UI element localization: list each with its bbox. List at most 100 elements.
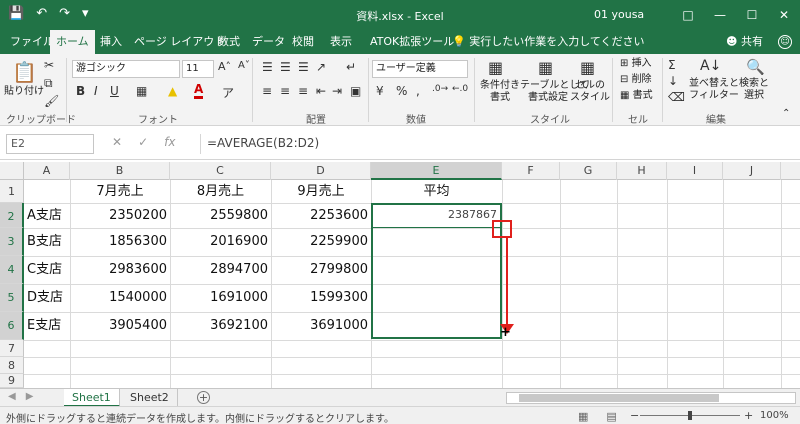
fill-handle-highlight[interactable] <box>492 220 512 238</box>
feedback-icon[interactable]: ☺ <box>778 35 792 49</box>
minimize-icon[interactable]: — <box>704 0 736 30</box>
align-top-icon[interactable]: ☰ <box>262 60 273 74</box>
merge-center-icon[interactable]: ▣ <box>350 84 361 98</box>
align-bottom-icon[interactable]: ☰ <box>298 60 309 74</box>
conditional-format-icon[interactable]: ▦ <box>488 58 503 77</box>
comma-icon[interactable]: , <box>416 84 420 98</box>
zoom-out-icon[interactable]: − <box>630 409 639 422</box>
increase-decimal-icon[interactable]: .0→ <box>432 84 448 94</box>
add-sheet-icon[interactable]: + <box>197 391 210 404</box>
cell-b6[interactable]: 3905400 <box>70 312 170 340</box>
paste-button-label[interactable]: 貼り付け <box>4 86 44 98</box>
cell-b3[interactable]: 1856300 <box>70 228 170 256</box>
tell-me-box[interactable]: 💡 実行したい作業を入力してください <box>452 30 645 54</box>
number-format-select[interactable]: ユーザー定義 <box>372 60 468 78</box>
sort-filter-button[interactable]: 並べ替えと フィルター <box>688 78 740 102</box>
select-all-corner[interactable] <box>0 162 24 180</box>
sort-filter-icon[interactable]: A↓ <box>700 58 721 74</box>
ribbon-options-icon[interactable]: □ <box>672 0 704 30</box>
name-box[interactable]: E2 <box>6 134 94 154</box>
next-sheet-icon[interactable]: ▶ <box>26 391 34 402</box>
tab-data[interactable]: データ <box>246 30 291 54</box>
align-middle-icon[interactable]: ☰ <box>280 60 291 74</box>
insert-cells-button[interactable]: ⊞ 挿入 <box>620 58 652 70</box>
fill-icon[interactable]: ↓ <box>668 74 678 88</box>
column-header-b[interactable]: B <box>70 162 170 180</box>
zoom-in-icon[interactable]: + <box>744 409 753 422</box>
cell-styles-button[interactable]: セルの スタイル <box>570 80 610 104</box>
decrease-decimal-icon[interactable]: ←.0 <box>452 84 468 94</box>
column-header-h[interactable]: H <box>617 162 667 180</box>
cell-a4[interactable]: C支店 <box>24 256 70 284</box>
row-header-1[interactable]: 1 <box>0 180 24 203</box>
clear-icon[interactable]: ⌫ <box>668 90 685 104</box>
format-painter-icon[interactable]: 🖌 <box>44 94 59 108</box>
font-name-select[interactable]: 游ゴシック <box>72 60 180 78</box>
orientation-icon[interactable]: ↗ <box>316 60 326 74</box>
row-header-3[interactable]: 3 <box>0 228 24 256</box>
tab-review[interactable]: 校閲 <box>286 30 320 54</box>
cell-styles-icon[interactable]: ▦ <box>580 58 595 77</box>
find-select-button[interactable]: 検索と 選択 <box>734 78 774 102</box>
scrollbar-thumb[interactable] <box>519 394 719 402</box>
page-layout-view-icon[interactable]: ▤ <box>606 410 616 423</box>
cell-c4[interactable]: 2894700 <box>170 256 271 284</box>
formula-input[interactable]: =AVERAGE(B2:D2) <box>200 134 790 154</box>
row-header-2[interactable]: 2 <box>0 203 24 228</box>
find-select-icon[interactable]: 🔍 <box>746 58 765 76</box>
cell-c5[interactable]: 1691000 <box>170 284 271 312</box>
tab-view[interactable]: 表示 <box>324 30 358 54</box>
format-as-table-icon[interactable]: ▦ <box>538 58 553 77</box>
cell-b1[interactable]: 7月売上 <box>70 180 170 203</box>
sheet-tab-2[interactable]: Sheet2 <box>122 389 178 407</box>
bold-button[interactable]: B <box>76 84 85 98</box>
borders-icon[interactable]: ▦ <box>136 84 147 98</box>
column-header-e[interactable]: E <box>371 162 502 180</box>
grow-font-icon[interactable]: A˄ <box>218 60 231 73</box>
normal-view-icon[interactable]: ▦ <box>578 410 588 423</box>
zoom-level[interactable]: 100% <box>760 410 789 421</box>
underline-button[interactable]: U <box>110 84 119 98</box>
cell-d4[interactable]: 2799800 <box>271 256 371 284</box>
column-header-i[interactable]: I <box>667 162 723 180</box>
cell-e1[interactable]: 平均 <box>371 180 502 203</box>
fill-color-icon[interactable]: ▲ <box>168 84 177 98</box>
prev-sheet-icon[interactable]: ◀ <box>8 391 16 402</box>
cell-a2[interactable]: A支店 <box>24 203 70 228</box>
enter-icon[interactable]: ✓ <box>138 135 148 149</box>
cell-d1[interactable]: 9月売上 <box>271 180 371 203</box>
format-as-table-button[interactable]: テーブルとして 書式設定 <box>520 80 589 104</box>
maximize-icon[interactable]: ☐ <box>736 0 768 30</box>
indent-increase-icon[interactable]: ⇥ <box>332 84 342 98</box>
user-name[interactable]: 01 yousa <box>594 8 644 21</box>
sheet-tab-1[interactable]: Sheet1 <box>64 389 120 407</box>
cell-a3[interactable]: B支店 <box>24 228 70 256</box>
tab-home[interactable]: ホーム <box>50 30 95 54</box>
percent-icon[interactable]: % <box>396 84 407 98</box>
font-color-icon[interactable]: A <box>194 82 204 99</box>
row-header-5[interactable]: 5 <box>0 284 24 312</box>
cell-d3[interactable]: 2259900 <box>271 228 371 256</box>
align-left-icon[interactable]: ≡ <box>262 84 272 98</box>
horizontal-scrollbar[interactable] <box>506 392 796 404</box>
conditional-format-button[interactable]: 条件付き 書式 <box>476 80 524 104</box>
cell-d5[interactable]: 1599300 <box>271 284 371 312</box>
cell-c2[interactable]: 2559800 <box>170 203 271 228</box>
indent-decrease-icon[interactable]: ⇤ <box>316 84 326 98</box>
column-header-g[interactable]: G <box>560 162 617 180</box>
cell-a6[interactable]: E支店 <box>24 312 70 340</box>
italic-button[interactable]: I <box>94 84 98 98</box>
column-header-d[interactable]: D <box>271 162 371 180</box>
row-header-8[interactable]: 8 <box>0 357 24 374</box>
row-header-4[interactable]: 4 <box>0 256 24 284</box>
cell-b5[interactable]: 1540000 <box>70 284 170 312</box>
cell-d6[interactable]: 3691000 <box>271 312 371 340</box>
cell-d2[interactable]: 2253600 <box>271 203 371 228</box>
row-header-9[interactable]: 9 <box>0 374 24 388</box>
zoom-slider-thumb[interactable] <box>688 411 692 420</box>
copy-icon[interactable]: ⧉ <box>44 76 53 91</box>
row-header-6[interactable]: 6 <box>0 312 24 340</box>
cancel-icon[interactable]: ✕ <box>112 135 122 149</box>
phonetic-icon[interactable]: ア <box>222 84 234 101</box>
collapse-ribbon-icon[interactable]: ⌃ <box>782 108 790 119</box>
